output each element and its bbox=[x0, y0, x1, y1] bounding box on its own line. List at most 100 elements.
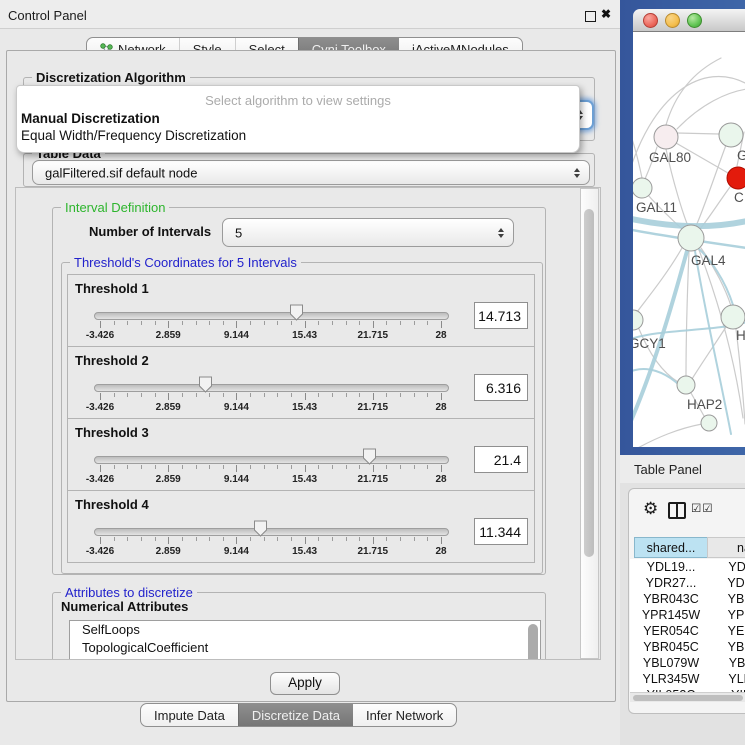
network-edge[interactable] bbox=[686, 251, 689, 376]
popup-item-manual-discretization[interactable]: Manual Discretization bbox=[20, 111, 576, 126]
attributes-list-scrollbar-thumb[interactable] bbox=[528, 624, 538, 660]
slider-ticks bbox=[100, 465, 441, 473]
slider-axis-labels: -3.4262.8599.14415.4321.71528 bbox=[100, 474, 441, 485]
network-edge[interactable] bbox=[692, 327, 726, 379]
discretization-algorithm-title: Discretization Algorithm bbox=[32, 70, 190, 85]
node-table: ⚙ ☑☑ shared...na YDL19...YDL1YDR27...YDR… bbox=[628, 488, 745, 714]
table-row[interactable]: YLR345WYLR3 bbox=[630, 671, 745, 687]
network-node-gal80[interactable] bbox=[654, 125, 678, 149]
numerical-attributes-label: Numerical Attributes bbox=[61, 599, 188, 614]
network-node-gal4[interactable] bbox=[678, 225, 704, 251]
combo-arrows-icon bbox=[498, 228, 504, 238]
network-edge[interactable] bbox=[736, 329, 745, 424]
network-edge[interactable] bbox=[633, 424, 702, 447]
slider-track[interactable] bbox=[94, 528, 449, 536]
apply-button[interactable]: Apply bbox=[270, 672, 340, 695]
float-window-icon[interactable] bbox=[585, 11, 596, 22]
table-row[interactable]: YDL19...YDL1 bbox=[630, 559, 745, 575]
slider-thumb[interactable] bbox=[198, 376, 213, 393]
network-node-gal11[interactable] bbox=[633, 178, 652, 198]
column-header-0[interactable]: shared... bbox=[634, 537, 708, 558]
gear-icon[interactable]: ⚙ bbox=[643, 497, 658, 521]
algorithm-hint-item[interactable]: Select algorithm to view settings bbox=[17, 93, 579, 108]
network-node-h[interactable] bbox=[721, 305, 745, 329]
node-label: HAP2 bbox=[687, 397, 722, 412]
table-panel-region: ⚙ ☑☑ shared...na YDL19...YDL1YDR27...YDR… bbox=[620, 483, 745, 745]
combo-arrows-icon bbox=[574, 168, 580, 178]
slider-track[interactable] bbox=[94, 456, 449, 464]
network-canvas[interactable]: GAL80GACGAL11GAL4GCY1HHAP2 bbox=[633, 32, 745, 447]
tab-impute-data[interactable]: Impute Data bbox=[141, 704, 238, 726]
network-node-gcy1[interactable] bbox=[633, 310, 643, 330]
table-row[interactable]: YPR145WYPR1 bbox=[630, 607, 745, 623]
table-row[interactable]: YBR045CYBR0 bbox=[630, 639, 745, 655]
slider-thumb[interactable] bbox=[253, 520, 268, 537]
table-cell: YDR27... bbox=[634, 575, 708, 591]
tab-discretize-data[interactable]: Discretize Data bbox=[238, 704, 353, 726]
threshold-value-field[interactable]: 6.316 bbox=[474, 374, 528, 401]
table-cell: YLR345W bbox=[634, 671, 708, 687]
table-row[interactable]: YBR043CYBR0 bbox=[630, 591, 745, 607]
threshold-label: Threshold 2 bbox=[75, 353, 149, 368]
threshold-value-field[interactable]: 14.713 bbox=[474, 302, 528, 329]
threshold-value-field[interactable]: 21.4 bbox=[474, 446, 528, 473]
slider-track[interactable] bbox=[94, 384, 449, 392]
tab-label: Infer Network bbox=[366, 708, 443, 723]
threshold-panels: Threshold 1-3.4262.8599.14415.4321.71528… bbox=[67, 275, 535, 563]
slider-track[interactable] bbox=[94, 312, 449, 320]
control-panel-titlebar: Control Panel ✖ bbox=[0, 0, 620, 29]
close-icon[interactable]: ✖ bbox=[601, 7, 611, 21]
table-row[interactable]: YBL079WYBL0 bbox=[630, 655, 745, 671]
close-traffic-light-icon[interactable] bbox=[643, 13, 658, 28]
network-window-titlebar[interactable] bbox=[633, 9, 745, 32]
network-edge[interactable] bbox=[677, 133, 719, 134]
network-node-hap2[interactable] bbox=[677, 376, 695, 394]
table-cell: YER054C bbox=[634, 623, 708, 639]
list-item[interactable]: SelfLoops bbox=[70, 621, 540, 639]
network-edge[interactable] bbox=[633, 128, 642, 178]
numerical-attributes-list: SelfLoopsTopologicalCoefficientBetweenne… bbox=[69, 620, 541, 660]
zoom-traffic-light-icon[interactable] bbox=[687, 13, 702, 28]
network-node-ga[interactable] bbox=[719, 123, 743, 147]
table-cell: YBR0 bbox=[707, 591, 745, 607]
control-panel: Control Panel ✖ NetworkStyleSelectCyni T… bbox=[0, 0, 620, 745]
viewport-scrollbar-track[interactable] bbox=[580, 188, 599, 659]
table-row[interactable]: YER054CYER0 bbox=[630, 623, 745, 639]
list-item[interactable]: BetweennessCentrality bbox=[70, 657, 540, 660]
viewport-scrollbar-thumb[interactable] bbox=[584, 209, 594, 557]
table-cell: YBR043C bbox=[634, 591, 708, 607]
table-cell: YDL19... bbox=[634, 559, 708, 575]
network-node-c[interactable] bbox=[727, 167, 745, 189]
attribute-items: SelfLoopsTopologicalCoefficientBetweenne… bbox=[70, 621, 540, 660]
select-columns-checkbox-icons[interactable]: ☑☑ bbox=[691, 501, 714, 515]
popup-item-equal-width-frequency[interactable]: Equal Width/Frequency Discretization bbox=[20, 128, 576, 143]
slider-thumb[interactable] bbox=[362, 448, 377, 465]
network-node[interactable] bbox=[701, 415, 717, 431]
slider-axis-labels: -3.4262.8599.14415.4321.71528 bbox=[100, 330, 441, 341]
tab-label: Impute Data bbox=[154, 708, 225, 723]
table-data-combobox[interactable]: galFiltered.sif default node bbox=[32, 160, 590, 185]
tab-infer-network[interactable]: Infer Network bbox=[353, 704, 456, 726]
network-edge[interactable] bbox=[677, 89, 745, 129]
threshold-panel-1: Threshold 1-3.4262.8599.14415.4321.71528… bbox=[67, 274, 535, 347]
table-cell: YBL079W bbox=[634, 655, 708, 671]
table-row[interactable]: YDR27...YDR2 bbox=[630, 575, 745, 591]
threshold-panel-3: Threshold 3-3.4262.8599.14415.4321.71528… bbox=[67, 418, 535, 491]
table-panel-title: Table Panel bbox=[634, 462, 702, 477]
table-hscroll-thumb[interactable] bbox=[633, 695, 743, 701]
network-edge[interactable] bbox=[666, 58, 721, 125]
split-columns-icon[interactable] bbox=[668, 502, 686, 519]
column-header-1[interactable]: na bbox=[707, 537, 745, 558]
table-panel-header: Table Panel bbox=[620, 455, 745, 484]
number-of-intervals-combobox[interactable]: 5 bbox=[222, 218, 514, 247]
table-data-value: galFiltered.sif default node bbox=[45, 165, 197, 180]
node-label: GAL11 bbox=[636, 200, 677, 215]
list-item[interactable]: TopologicalCoefficient bbox=[70, 639, 540, 657]
table-horizontal-scrollbar[interactable] bbox=[630, 692, 745, 702]
slider-ticks bbox=[100, 393, 441, 401]
slider-thumb[interactable] bbox=[289, 304, 304, 321]
slider-ticks bbox=[100, 537, 441, 545]
network-edge[interactable] bbox=[637, 248, 682, 312]
threshold-value-field[interactable]: 11.344 bbox=[474, 518, 528, 545]
minimize-traffic-light-icon[interactable] bbox=[665, 13, 680, 28]
